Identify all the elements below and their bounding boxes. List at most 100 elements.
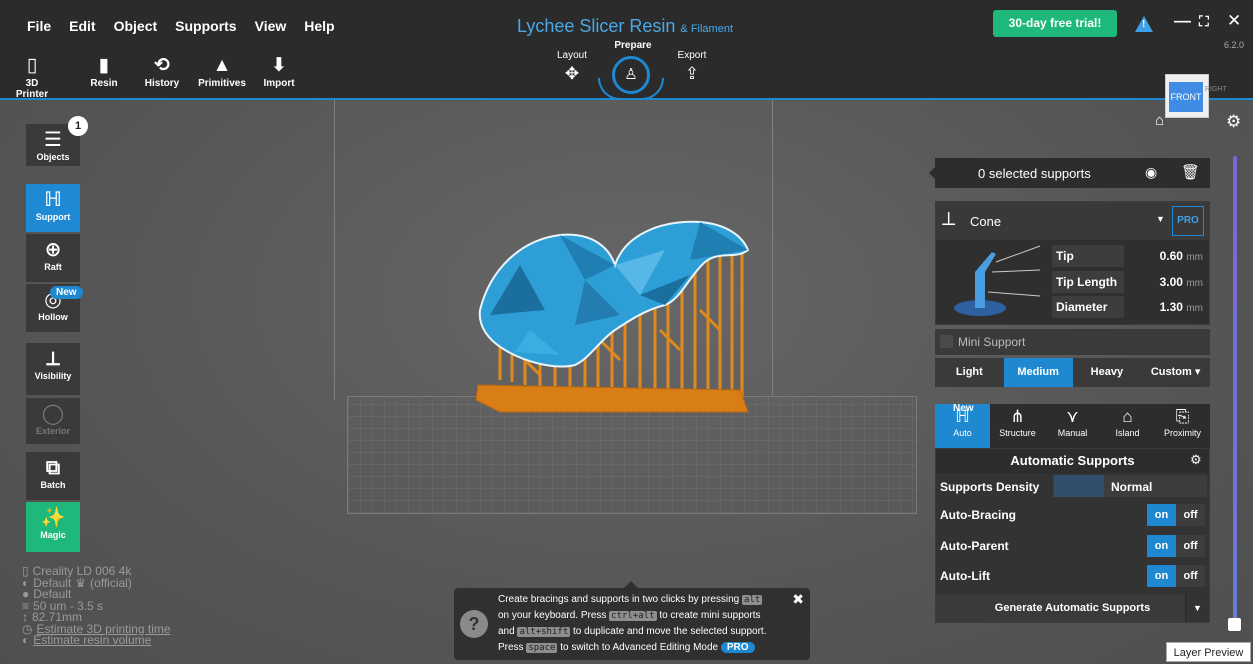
tip-diameter-value[interactable]: 0.60 mm <box>1160 245 1203 269</box>
tab-proximity[interactable]: ⎘ Proximity <box>1155 404 1210 448</box>
top-bar: File Edit Object Supports View Help Lych… <box>0 0 1253 100</box>
menu-help[interactable]: Help <box>304 18 334 34</box>
generate-supports-label: Generate Automatic Supports <box>994 602 1151 614</box>
auto-bracing-row: Auto-Bracing on off <box>936 501 1209 529</box>
unit: mm <box>1186 303 1203 314</box>
layer-slider-track[interactable] <box>1233 156 1237 622</box>
chevron-down-icon[interactable]: ▼ <box>1185 594 1209 622</box>
support-button[interactable]: ℍ Support <box>26 184 80 232</box>
gear-icon[interactable]: ⚙ <box>1226 112 1241 132</box>
toolbar-resin[interactable]: ▮ Resin <box>88 53 120 89</box>
objects-label: Objects <box>36 152 70 162</box>
toolbar-label: 3D Printer <box>15 78 49 100</box>
tab-island[interactable]: ⌂ Island <box>1100 404 1155 448</box>
batch-button[interactable]: ⧉ Batch <box>26 452 80 500</box>
menu-view[interactable]: View <box>255 18 287 34</box>
supports-density-value: Normal <box>1111 480 1153 494</box>
generate-supports-button[interactable]: Generate Automatic Supports ▼ <box>936 594 1209 622</box>
hint-text: and <box>498 626 515 637</box>
visibility-button[interactable]: ⟂ Visibility <box>26 343 80 395</box>
auto-parent-toggle[interactable]: on off <box>1147 535 1205 557</box>
toggle-on[interactable]: on <box>1147 565 1176 587</box>
density-custom[interactable]: Custom ▾ <box>1141 358 1210 387</box>
auto-lift-row: Auto-Lift on off <box>936 562 1209 590</box>
toolbar-primitives[interactable]: ▲ Primitives <box>198 53 246 89</box>
auto-parent-row: Auto-Parent on off <box>936 532 1209 560</box>
history-icon: ⟲ <box>154 55 170 76</box>
toggle-off[interactable]: off <box>1176 565 1205 587</box>
pro-badge[interactable]: PRO <box>720 642 755 653</box>
tab-layout[interactable]: Layout ✥ <box>553 50 591 84</box>
tab-export[interactable]: Export ⇪ <box>673 50 711 84</box>
warning-icon[interactable]: ! <box>1135 16 1153 32</box>
pro-button[interactable]: PRO <box>1172 206 1204 236</box>
minimize-icon[interactable]: — <box>1174 11 1191 31</box>
tip-diameter-row[interactable]: Tip Diameter 0.60 mm <box>1052 245 1207 285</box>
support-type-select[interactable]: ⟂ Cone ▼ <box>936 202 1209 240</box>
tab-structure[interactable]: ⋔ Structure <box>990 404 1045 448</box>
island-icon: ⌂ <box>1122 407 1133 426</box>
trash-icon[interactable]: 🗑 <box>1181 163 1200 181</box>
diameter-row[interactable]: Diameter 1.30 mm <box>1052 296 1207 318</box>
exterior-button[interactable]: ◯ Exterior <box>26 398 80 444</box>
objects-count-badge: 1 <box>68 116 88 136</box>
view-cube-front[interactable]: FRONT <box>1169 82 1203 112</box>
view-cube-right[interactable]: RIGHT <box>1205 86 1227 93</box>
help-icon: ? <box>460 610 488 638</box>
prepare-icon[interactable]: ♙ <box>612 56 650 94</box>
toolbar-3d-printer[interactable]: ▯ 3D Printer <box>14 53 50 100</box>
hint-text: Press <box>498 642 524 653</box>
toggle-off[interactable]: off <box>1176 535 1205 557</box>
tip-length-label: Tip Length <box>1052 271 1124 293</box>
tab-manual-label: Manual <box>1057 428 1088 438</box>
support-mode-tabs: ℍ Auto ⋔ Structure ⋎ Manual ⌂ Island ⎘ Proxim… <box>935 404 1210 448</box>
toolbar-history[interactable]: ⟲ History <box>142 53 182 89</box>
supports-density-label: Supports Density <box>940 480 1040 494</box>
density-light[interactable]: Light <box>935 358 1004 387</box>
raft-label: Raft <box>44 262 62 272</box>
view-cube[interactable]: FRONT RIGHT <box>1163 58 1227 120</box>
density-medium[interactable]: Medium <box>1003 358 1073 387</box>
diameter-value[interactable]: 1.30 mm <box>1160 296 1203 320</box>
key-space: space <box>526 643 558 653</box>
mini-support-checkbox[interactable] <box>940 335 953 348</box>
auto-bracing-toggle[interactable]: on off <box>1147 504 1205 526</box>
toggle-on[interactable]: on <box>1147 504 1176 526</box>
menu-file[interactable]: File <box>27 18 51 34</box>
toolbar-import[interactable]: ⬇ Import <box>261 53 297 89</box>
auto-bracing-label: Auto-Bracing <box>940 508 1016 522</box>
key-alt: alt <box>742 595 763 605</box>
tip-length-row[interactable]: Tip Length 3.00 mm <box>1052 271 1207 293</box>
toggle-off[interactable]: off <box>1176 504 1205 526</box>
maximize-icon[interactable]: ⛶ <box>1199 13 1209 30</box>
key-ctrl-alt: ctrl+alt <box>609 611 657 621</box>
exterior-label: Exterior <box>35 426 70 436</box>
close-tooltip-icon[interactable]: ✖ <box>792 592 804 607</box>
tab-prepare-label[interactable]: Prepare <box>612 40 654 51</box>
menu-edit[interactable]: Edit <box>69 18 95 34</box>
hint-text: on your keyboard. Press <box>498 610 607 621</box>
auto-lift-toggle[interactable]: on off <box>1147 565 1205 587</box>
close-icon[interactable]: ✕ <box>1227 11 1241 31</box>
layer-slider-handle[interactable] <box>1228 618 1241 631</box>
auto-parent-label: Auto-Parent <box>940 539 1009 553</box>
menu-object[interactable]: Object <box>114 18 158 34</box>
raft-base <box>475 384 749 413</box>
toggle-on[interactable]: on <box>1147 535 1176 557</box>
supports-density-fill <box>1054 475 1104 497</box>
free-trial-button[interactable]: 30-day free trial! <box>993 10 1117 37</box>
mini-support-row[interactable]: Mini Support <box>935 329 1210 355</box>
app-subtitle: & Filament <box>680 23 733 35</box>
home-icon[interactable]: ⌂ <box>1155 112 1164 129</box>
auto-settings-gear-icon[interactable]: ⚙ <box>1190 452 1202 468</box>
menu-supports[interactable]: Supports <box>175 18 236 34</box>
app-title: Lychee Slicer Resin & Filament <box>517 16 733 37</box>
tip-length-value[interactable]: 3.00 mm <box>1160 271 1203 295</box>
tab-manual[interactable]: ⋎ Manual <box>1045 404 1100 448</box>
density-heavy[interactable]: Heavy <box>1073 358 1142 387</box>
raft-button[interactable]: ⊕ Raft <box>26 234 80 282</box>
magic-button[interactable]: ✨ Magic <box>26 502 80 552</box>
hint-line-1: Create bracings and supports in two clic… <box>498 592 804 608</box>
estimate-volume-link[interactable]: Estimate resin volume <box>33 634 151 647</box>
hide-icon[interactable]: ◉ <box>1145 164 1157 181</box>
